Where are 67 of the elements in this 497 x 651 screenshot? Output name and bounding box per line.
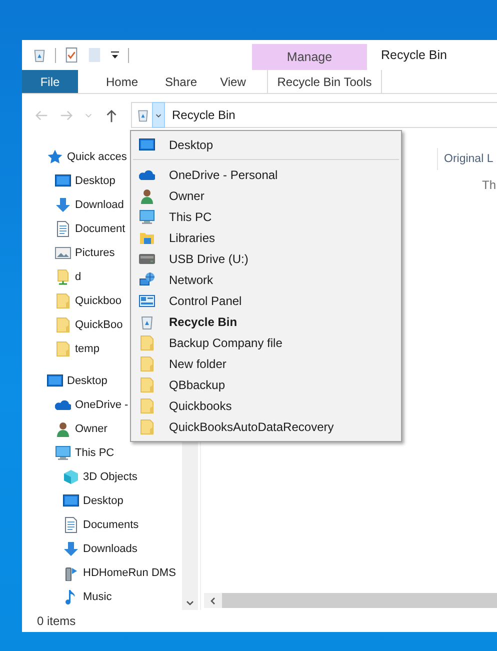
recycle-bin-icon[interactable] xyxy=(32,47,47,63)
chevron-down-icon[interactable] xyxy=(185,598,195,608)
menu-item[interactable]: Desktop xyxy=(131,134,401,155)
nav-item[interactable]: Documents xyxy=(22,513,182,537)
control-panel-icon xyxy=(139,292,155,308)
person-icon xyxy=(139,188,155,204)
recycle-bin-icon xyxy=(139,314,155,330)
blank-page-icon[interactable] xyxy=(87,47,102,63)
monitor-icon xyxy=(63,493,79,509)
menu-item[interactable]: Libraries xyxy=(131,227,401,248)
menu-item[interactable]: This PC xyxy=(131,206,401,227)
monitor-icon xyxy=(139,136,155,152)
address-text: Recycle Bin xyxy=(172,108,236,122)
menu-item[interactable]: QBbackup xyxy=(131,374,401,395)
computer-icon xyxy=(139,208,155,224)
empty-message: Th xyxy=(482,178,497,192)
nav-item[interactable]: HDHomeRun DMS xyxy=(22,561,182,585)
menu-item[interactable]: OneDrive - Personal xyxy=(131,164,401,185)
ribbon-tab[interactable]: File xyxy=(22,70,78,93)
person-icon xyxy=(55,421,71,437)
menu-item[interactable]: QuickBooksAutoDataRecovery xyxy=(131,416,401,437)
chevron-left-icon[interactable] xyxy=(208,596,218,606)
address-field[interactable]: Recycle Bin xyxy=(131,102,497,128)
folder-icon xyxy=(139,398,155,414)
menu-item[interactable]: Quickbooks xyxy=(131,395,401,416)
menu-item[interactable]: USB Drive (U:) xyxy=(131,248,401,269)
folder-icon xyxy=(139,334,155,350)
nav-item[interactable]: Music xyxy=(22,585,182,609)
computer-icon xyxy=(55,445,71,461)
checklist-icon[interactable] xyxy=(64,47,79,63)
folder-icon xyxy=(55,293,71,309)
image-icon xyxy=(55,245,71,261)
recycle-bin-icon xyxy=(136,108,150,122)
up-arrow-icon[interactable] xyxy=(104,108,119,122)
monitor-icon xyxy=(55,173,71,189)
shared-folder-icon xyxy=(55,269,71,285)
menu-item[interactable]: Control Panel xyxy=(131,290,401,311)
menu-item[interactable]: Backup Company file xyxy=(131,332,401,353)
monitor-icon xyxy=(47,373,63,389)
network-icon xyxy=(139,272,155,288)
nav-item[interactable]: This PC xyxy=(22,441,182,465)
star-icon xyxy=(47,149,63,165)
media-server-icon xyxy=(63,565,79,581)
folder-icon xyxy=(55,341,71,357)
document-icon xyxy=(55,221,71,237)
nav-item[interactable]: Downloads xyxy=(22,537,182,561)
context-group-header: Manage xyxy=(252,44,367,70)
dropdown-button[interactable] xyxy=(152,102,165,128)
folder-icon xyxy=(139,418,155,434)
menu-item[interactable]: Network xyxy=(131,269,401,290)
folder-icon xyxy=(55,317,71,333)
column-header[interactable]: Original L xyxy=(437,148,494,170)
folder-icon xyxy=(139,356,155,372)
menu-item[interactable]: New folder xyxy=(131,353,401,374)
folder-icon xyxy=(139,376,155,392)
ribbon-tab[interactable]: Recycle Bin Tools xyxy=(267,70,382,93)
nav-item[interactable]: 3D Objects xyxy=(22,465,182,489)
window-title: Recycle Bin xyxy=(381,48,447,62)
nav-item[interactable]: Desktop xyxy=(22,489,182,513)
document-icon xyxy=(63,517,79,533)
menu-item[interactable]: Recycle Bin xyxy=(131,311,401,332)
status-text: 0 items xyxy=(37,614,76,628)
down-arrow-icon xyxy=(63,541,79,557)
down-arrow-icon xyxy=(55,197,71,213)
menu-item[interactable]: Owner xyxy=(131,185,401,206)
cube-icon xyxy=(63,469,79,485)
caret-icon[interactable] xyxy=(110,50,120,60)
